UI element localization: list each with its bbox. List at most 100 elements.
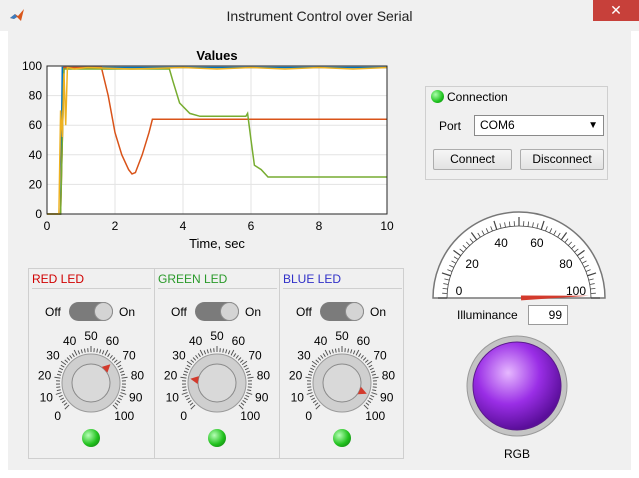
knob-tick bbox=[365, 402, 370, 406]
knob-tick bbox=[247, 389, 252, 392]
knob-tick bbox=[244, 367, 249, 371]
knob-tick bbox=[242, 400, 247, 404]
knob-tick bbox=[73, 349, 78, 356]
blue-intensity-knob[interactable]: 010 20 3040 50 6070 80 90 100 bbox=[280, 329, 405, 429]
knob-scale-label: 20 bbox=[289, 369, 303, 383]
connection-panel-title: Connection bbox=[447, 90, 508, 104]
knob-scale-label: 100 bbox=[240, 409, 260, 423]
values-plot: 0 2 4 6 8 10020406080100ValuesTime, sec bbox=[22, 48, 394, 251]
knob-tick bbox=[121, 376, 128, 379]
knob-tick bbox=[366, 360, 373, 366]
disconnect-button[interactable]: Disconnect bbox=[520, 149, 604, 170]
knob-scale-label: 10 bbox=[291, 391, 305, 405]
knob-tick bbox=[109, 355, 113, 359]
knob-tick bbox=[307, 373, 313, 376]
knob-scale-label: 80 bbox=[257, 369, 271, 383]
knob-tick bbox=[222, 348, 225, 353]
y-tick-label: 80 bbox=[29, 89, 43, 103]
red-switch-on-label: On bbox=[119, 305, 136, 319]
knob-tick bbox=[331, 349, 334, 354]
knob-scale-label: 60 bbox=[106, 334, 120, 348]
x-axis-label: Time, sec bbox=[189, 236, 245, 251]
knob-tick bbox=[364, 359, 369, 363]
red-intensity-knob[interactable]: 010 20 3040 50 6070 80 90 100 bbox=[29, 329, 154, 429]
knob-tick bbox=[120, 392, 127, 395]
illuminance-value-field: 99 bbox=[528, 305, 568, 325]
illuminance-label: Illuminance bbox=[457, 308, 518, 322]
red-led-panel: RED LED Off On 0 10 20 30 40 50 60 70 80 90 100 bbox=[29, 269, 154, 458]
knob-tick bbox=[120, 373, 126, 376]
knob-tick bbox=[192, 357, 197, 361]
blue-led-switch[interactable] bbox=[320, 302, 364, 321]
knob-tick bbox=[370, 370, 376, 373]
knob-tick bbox=[60, 364, 65, 368]
knob-tick bbox=[189, 402, 194, 406]
knob-tick bbox=[307, 386, 312, 388]
x-tick-label: 2 bbox=[112, 219, 119, 233]
knob-tick bbox=[60, 360, 67, 366]
knob-tick bbox=[55, 392, 62, 395]
knob-scale-label: 40 bbox=[63, 334, 77, 348]
x-tick-label: 6 bbox=[248, 219, 255, 233]
knob-tick bbox=[235, 355, 239, 359]
plot-area bbox=[47, 66, 387, 214]
port-dropdown[interactable]: COM6 ▼ bbox=[474, 115, 604, 136]
knob-tick bbox=[320, 355, 324, 359]
rgb-lamp bbox=[466, 335, 568, 437]
green-led-title: GREEN LED bbox=[158, 272, 277, 289]
knob-scale-label: 10 bbox=[40, 391, 54, 405]
knob-scale-label: 20 bbox=[164, 369, 178, 383]
knob-tick bbox=[186, 360, 193, 366]
red-status-lamp bbox=[82, 429, 100, 447]
connect-button[interactable]: Connect bbox=[433, 149, 512, 170]
knob-tick bbox=[372, 389, 377, 392]
y-tick-label: 60 bbox=[29, 118, 43, 132]
gauge-scale-label: 0 bbox=[456, 284, 463, 298]
knob-tick bbox=[309, 394, 314, 398]
knob-tick bbox=[60, 397, 65, 401]
knob-tick bbox=[315, 404, 321, 410]
green-intensity-knob[interactable]: 010 20 3040 50 6070 80 90 100 bbox=[155, 329, 280, 429]
knob-tick bbox=[111, 357, 116, 361]
connection-panel: Connection Port COM6 ▼ Connect Disconnec… bbox=[425, 86, 608, 180]
knob-tick bbox=[310, 367, 315, 371]
knob-tick bbox=[372, 376, 379, 379]
window-title: Instrument Control over Serial bbox=[226, 8, 413, 24]
knob-cap bbox=[322, 363, 362, 403]
knob-tick bbox=[225, 349, 228, 354]
knob-tick bbox=[182, 386, 187, 388]
knob-tick bbox=[183, 370, 189, 373]
knob-tick bbox=[368, 364, 373, 368]
knob-tick bbox=[190, 404, 196, 410]
x-tick-label: 10 bbox=[380, 219, 394, 233]
knob-tick bbox=[328, 350, 332, 355]
knob-tick bbox=[317, 357, 322, 361]
close-button[interactable]: ✕ bbox=[593, 0, 639, 21]
knob-tick bbox=[355, 349, 360, 356]
green-led-switch[interactable] bbox=[195, 302, 239, 321]
knob-scale-label: 90 bbox=[380, 391, 394, 405]
knob-tick bbox=[367, 400, 372, 404]
knob-tick bbox=[237, 357, 242, 361]
red-led-switch[interactable] bbox=[69, 302, 113, 321]
y-tick-label: 40 bbox=[29, 148, 43, 162]
knob-tick bbox=[209, 348, 212, 353]
rgb-label: RGB bbox=[503, 447, 530, 461]
knob-tick bbox=[182, 389, 187, 392]
illuminance-gauge: 02040 6080100 bbox=[432, 211, 606, 301]
lamp-light bbox=[472, 341, 562, 431]
knob-tick bbox=[83, 348, 86, 353]
knob-tick bbox=[243, 364, 248, 368]
knob-scale-label: 70 bbox=[122, 348, 136, 362]
knob-scale-label: 30 bbox=[297, 348, 311, 362]
knob-tick bbox=[350, 349, 353, 354]
knob-tick bbox=[246, 392, 253, 395]
knob-tick bbox=[80, 349, 83, 354]
knob-tick bbox=[372, 386, 377, 388]
gauge-scale-label: 40 bbox=[494, 236, 508, 250]
knob-scale-label: 30 bbox=[46, 348, 60, 362]
knob-tick bbox=[181, 392, 188, 395]
knob-tick bbox=[180, 376, 187, 379]
knob-tick bbox=[59, 367, 64, 371]
knob-tick bbox=[64, 404, 70, 410]
